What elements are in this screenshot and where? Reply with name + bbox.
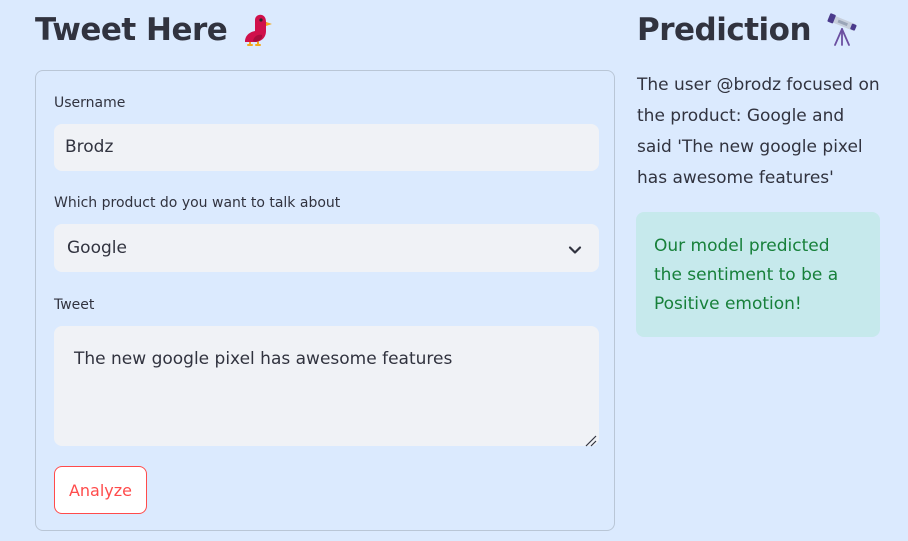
prediction-heading: Prediction bbox=[637, 12, 885, 48]
product-label: Which product do you want to talk about bbox=[54, 195, 341, 211]
tweet-form: Username Brodz Which product do you want… bbox=[35, 70, 615, 531]
bird-icon bbox=[241, 12, 277, 48]
telescope-icon bbox=[825, 12, 861, 48]
tweet-label: Tweet bbox=[54, 297, 95, 313]
resize-handle-icon[interactable] bbox=[583, 430, 597, 447]
prediction-result-text: Our model predicted the sentiment to be … bbox=[654, 236, 839, 314]
tweet-textarea[interactable]: The new google pixel has awesome feature… bbox=[54, 326, 599, 447]
tweet-heading: Tweet Here bbox=[35, 12, 617, 48]
tweet-heading-text: Tweet Here bbox=[35, 12, 228, 48]
chevron-down-icon bbox=[568, 240, 582, 254]
username-label: Username bbox=[54, 95, 126, 111]
tweet-column: Tweet Here Username Brodz Which product … bbox=[35, 0, 617, 531]
username-input[interactable]: Brodz bbox=[54, 124, 599, 171]
prediction-result-alert: Our model predicted the sentiment to be … bbox=[636, 212, 880, 337]
prediction-summary: The user @brodz focused on the product: … bbox=[637, 75, 880, 188]
prediction-column: Prediction The user @brodz focused on th… bbox=[636, 0, 885, 337]
analyze-button[interactable]: Analyze bbox=[54, 466, 147, 514]
tweet-text: The new google pixel has awesome feature… bbox=[74, 349, 453, 369]
prediction-heading-text: Prediction bbox=[637, 12, 812, 48]
product-select-value: Google bbox=[67, 238, 127, 258]
product-select[interactable]: Google bbox=[54, 224, 599, 272]
